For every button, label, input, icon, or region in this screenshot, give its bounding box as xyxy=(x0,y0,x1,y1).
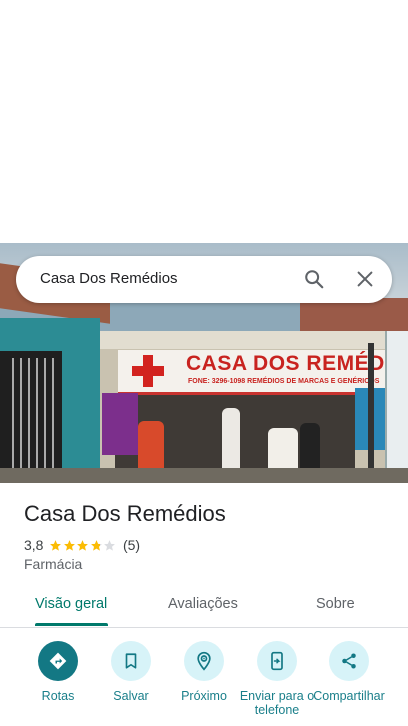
star-icon xyxy=(50,539,62,551)
map-blank-area xyxy=(0,0,408,243)
close-icon[interactable] xyxy=(354,268,376,290)
bookmark-icon xyxy=(125,653,137,669)
send-to-phone-button[interactable]: Enviar para o telefone xyxy=(239,640,315,717)
nearby-icon xyxy=(197,651,211,671)
nearby-button[interactable]: Próximo xyxy=(166,640,242,703)
save-label: Salvar xyxy=(113,689,149,703)
tab-about[interactable]: Sobre xyxy=(316,596,355,612)
tab-active-indicator xyxy=(35,623,108,626)
share-button[interactable]: Compartilhar xyxy=(311,640,387,703)
rating-value: 3,8 xyxy=(24,537,44,553)
star-rating xyxy=(49,539,117,552)
directions-button[interactable]: Rotas xyxy=(20,640,96,703)
star-icon xyxy=(91,539,102,551)
directions-label: Rotas xyxy=(41,689,75,703)
place-category: Farmácia xyxy=(24,556,83,572)
share-label: Compartilhar xyxy=(313,689,385,703)
nearby-label: Próximo xyxy=(181,689,227,703)
action-bar: Rotas Salvar Próximo Enviar para o telef… xyxy=(0,640,408,726)
star-icon xyxy=(104,539,116,551)
share-icon xyxy=(342,653,356,669)
send-to-phone-label: Enviar para o telefone xyxy=(239,689,315,717)
star-icon xyxy=(64,539,75,551)
search-bar[interactable]: Casa Dos Remédios xyxy=(16,256,392,303)
search-input[interactable]: Casa Dos Remédios xyxy=(40,270,178,287)
send-to-phone-icon xyxy=(271,651,283,671)
red-cross-logo xyxy=(132,355,164,387)
store-sign-subtext: FONE: 3296-1098 REMÉDIOS DE MARCAS E GEN… xyxy=(188,378,380,385)
tab-bar: Visão geral Avaliações Sobre xyxy=(0,585,408,628)
directions-icon xyxy=(49,652,67,670)
save-button[interactable]: Salvar xyxy=(93,640,169,703)
rating-row[interactable]: 3,8 (5) xyxy=(24,536,140,554)
star-icon xyxy=(77,539,89,551)
store-sign-text: CASA DOS REMÉDIOS xyxy=(186,352,408,375)
search-icon[interactable] xyxy=(303,268,325,290)
place-title: Casa Dos Remédios xyxy=(24,501,226,526)
tab-reviews[interactable]: Avaliações xyxy=(168,596,238,612)
tab-overview[interactable]: Visão geral xyxy=(35,596,107,612)
review-count[interactable]: (5) xyxy=(123,537,140,553)
